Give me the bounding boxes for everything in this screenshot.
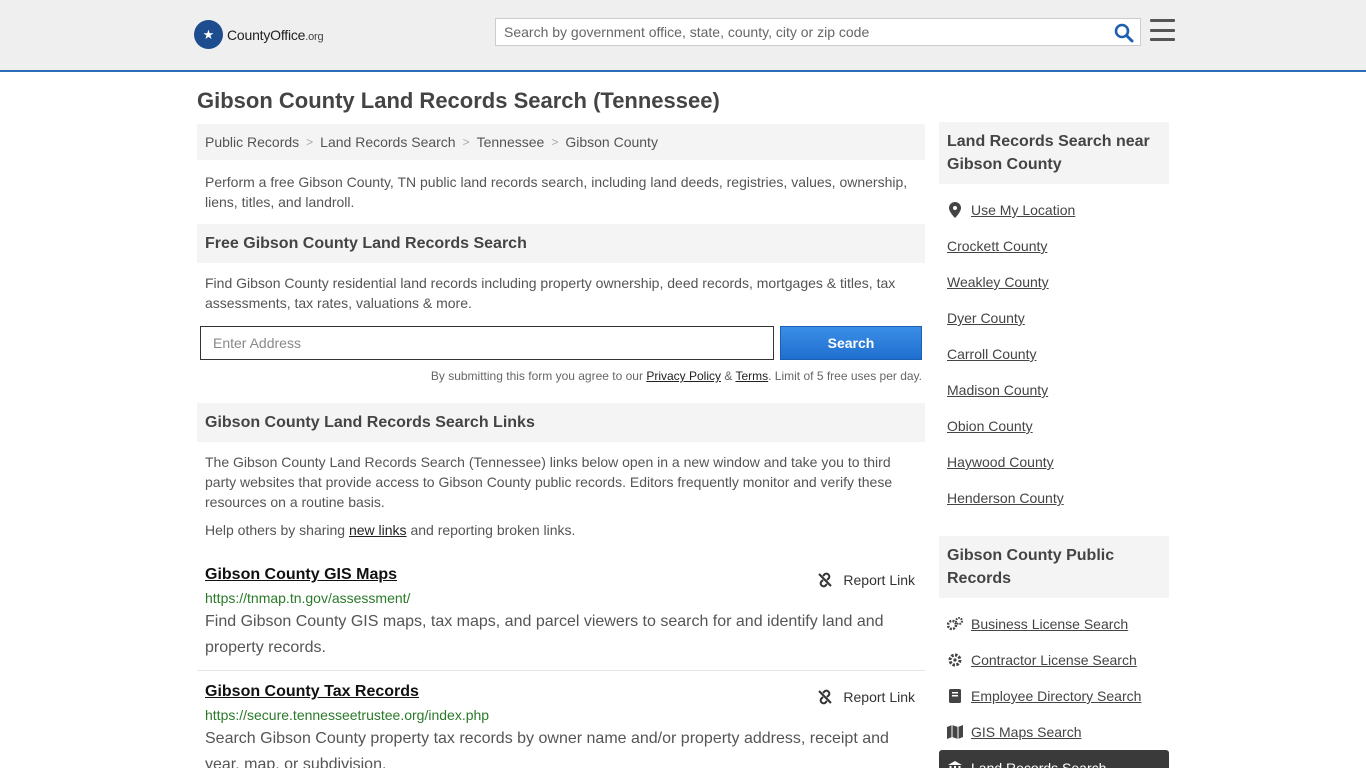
sidebar-county-link[interactable]: Weakley County <box>939 264 1169 300</box>
links-heading: Gibson County Land Records Search Links <box>197 403 925 442</box>
breadcrumb-tennessee[interactable]: Tennessee <box>477 134 545 150</box>
logo-suffix: .org <box>305 30 324 43</box>
free-search-text: Find Gibson County residential land reco… <box>205 275 896 311</box>
site-search-input[interactable] <box>496 19 1096 45</box>
resource-url: https://tnmap.tn.gov/assessment/ <box>205 590 411 606</box>
public-records-heading: Gibson County Public Records <box>939 536 1169 598</box>
gear-icon <box>947 652 963 668</box>
sidebar-county-link[interactable]: Dyer County <box>939 300 1169 336</box>
hamburger-menu-icon[interactable] <box>1150 19 1175 41</box>
report-link-button[interactable]: Report Link <box>817 572 915 588</box>
breadcrumb-separator-icon: > <box>462 135 470 149</box>
broken-link-icon <box>818 572 833 588</box>
page-title: Gibson County Land Records Search (Tenne… <box>197 88 720 113</box>
logo-seal-icon: ★ <box>194 20 223 49</box>
map-marker-icon <box>947 202 963 218</box>
resource-title-link[interactable]: Gibson County GIS Maps <box>205 566 397 583</box>
site-logo[interactable]: ★ CountyOffice.org <box>194 20 324 49</box>
site-search <box>495 18 1141 46</box>
sidebar-item-business-license[interactable]: Business License Search <box>939 606 1169 642</box>
sidebar-county-link[interactable]: Madison County <box>939 372 1169 408</box>
site-header: ★ CountyOffice.org <box>0 0 1366 72</box>
breadcrumb-land-records[interactable]: Land Records Search <box>320 134 455 150</box>
terms-link[interactable]: Terms <box>735 369 768 383</box>
resource-description: Search Gibson County property tax record… <box>205 730 889 768</box>
list-item: Gibson County Tax Records Report Link ht… <box>197 671 925 768</box>
address-input[interactable] <box>200 326 774 360</box>
sidebar-item-employee-directory[interactable]: Employee Directory Search <box>939 678 1169 714</box>
main-content: Public Records > Land Records Search > T… <box>197 124 925 768</box>
terms-notice: By submitting this form you agree to our… <box>430 369 922 383</box>
list-item: Gibson County GIS Maps Report Link https… <box>197 554 925 671</box>
public-records-list: Business License Search Contractor Licen… <box>939 606 1169 768</box>
help-text: Help others by sharing new links and rep… <box>205 522 576 538</box>
nearby-heading: Land Records Search near Gibson County <box>939 122 1169 184</box>
report-link-button[interactable]: Report Link <box>817 689 915 705</box>
use-my-location-link[interactable]: Use My Location <box>939 192 1169 228</box>
sidebar-county-link[interactable]: Obion County <box>939 408 1169 444</box>
new-links-link[interactable]: new links <box>349 522 407 538</box>
resource-title-link[interactable]: Gibson County Tax Records <box>205 683 419 700</box>
gears-icon <box>947 616 963 632</box>
sidebar-county-link[interactable]: Crockett County <box>939 228 1169 264</box>
intro-text: Perform a free Gibson County, TN public … <box>205 174 908 210</box>
breadcrumb-separator-icon: > <box>306 135 314 149</box>
search-icon[interactable] <box>1114 23 1134 43</box>
breadcrumb: Public Records > Land Records Search > T… <box>197 124 925 160</box>
sidebar: Land Records Search near Gibson County U… <box>939 122 1169 768</box>
sidebar-county-link[interactable]: Henderson County <box>939 480 1169 516</box>
broken-link-icon <box>818 689 833 705</box>
landmark-icon <box>947 760 963 768</box>
map-icon <box>947 724 963 740</box>
nearby-county-list: Use My Location Crockett County Weakley … <box>939 192 1169 516</box>
resource-url: https://secure.tennesseetrustee.org/inde… <box>205 707 490 723</box>
breadcrumb-gibson-county[interactable]: Gibson County <box>565 134 658 150</box>
sidebar-item-gis-maps[interactable]: GIS Maps Search <box>939 714 1169 750</box>
logo-text: CountyOffice <box>227 26 306 43</box>
privacy-policy-link[interactable]: Privacy Policy <box>646 369 721 383</box>
sidebar-item-land-records[interactable]: Land Records Search <box>939 750 1169 768</box>
book-icon <box>947 688 963 704</box>
resource-description: Find Gibson County GIS maps, tax maps, a… <box>205 613 884 656</box>
sidebar-item-contractor-license[interactable]: Contractor License Search <box>939 642 1169 678</box>
search-button[interactable]: Search <box>780 326 922 360</box>
links-text: The Gibson County Land Records Search (T… <box>205 454 893 510</box>
breadcrumb-separator-icon: > <box>551 135 559 149</box>
sidebar-county-link[interactable]: Carroll County <box>939 336 1169 372</box>
sidebar-county-link[interactable]: Haywood County <box>939 444 1169 480</box>
address-search-form: Search <box>197 326 925 360</box>
free-search-heading: Free Gibson County Land Records Search <box>197 224 925 263</box>
breadcrumb-public-records[interactable]: Public Records <box>205 134 299 150</box>
